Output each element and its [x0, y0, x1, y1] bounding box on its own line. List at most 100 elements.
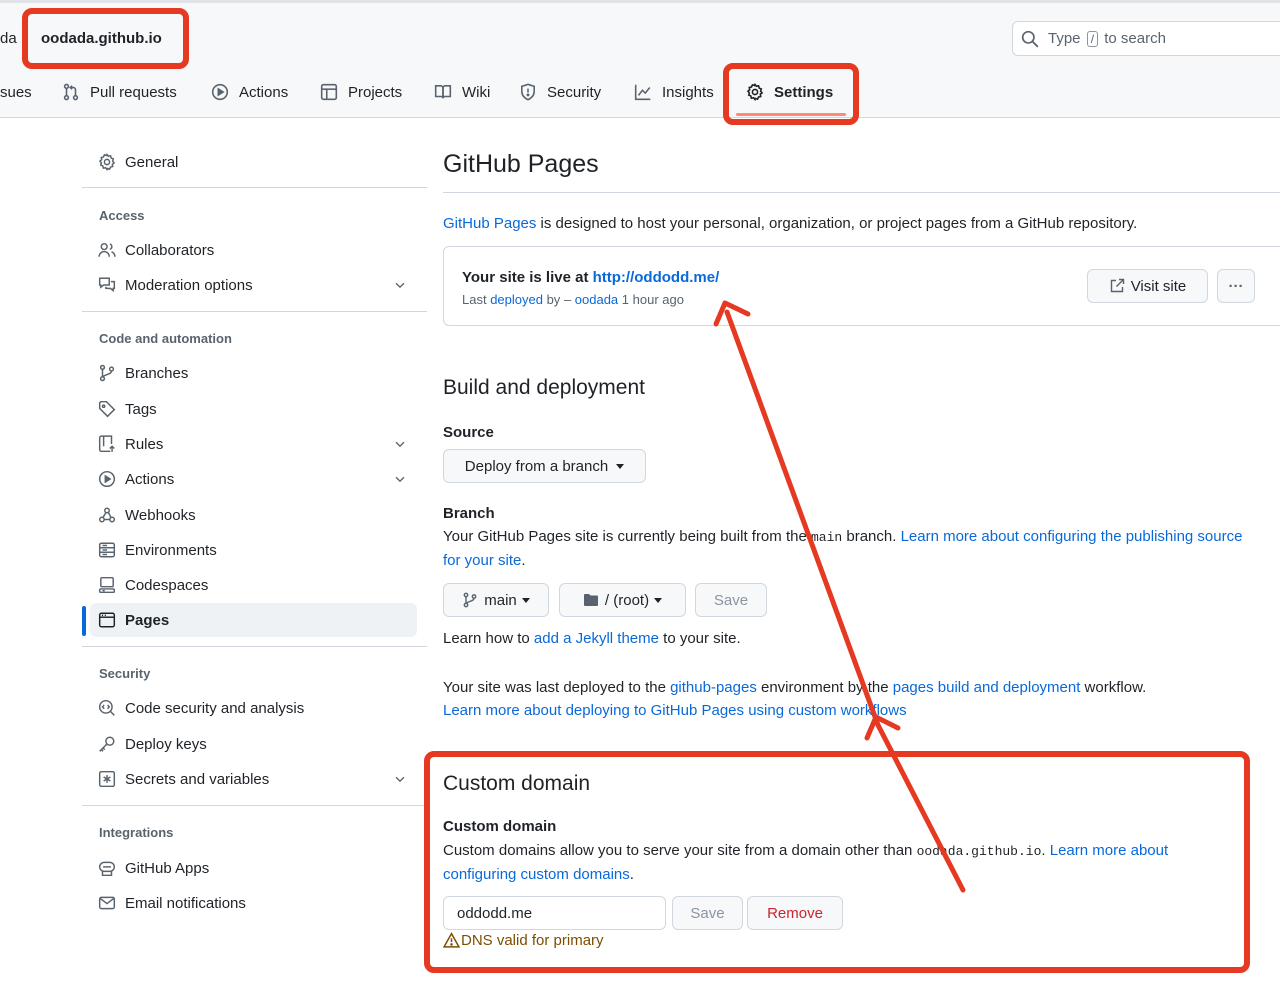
play-icon [98, 470, 116, 488]
sidebar-heading-security: Security [99, 666, 151, 681]
people-icon [98, 242, 116, 257]
custom-domain-input[interactable]: oddodd.me [443, 896, 666, 930]
graph-icon [634, 84, 651, 101]
tab-actions[interactable]: Actions [211, 78, 288, 106]
branch-code: main [810, 530, 843, 545]
repo-name-link[interactable]: oodada.github.io [41, 30, 162, 47]
custom-domain-save-button[interactable]: Save [672, 896, 743, 930]
pages-intro: GitHub Pages is designed to host your pe… [443, 215, 1138, 232]
visit-site-button[interactable]: Visit site [1087, 269, 1208, 303]
codescan-icon [98, 699, 115, 716]
comment-discussion-icon [98, 277, 116, 293]
more-options-button[interactable]: ··· [1217, 269, 1255, 303]
caret-down-icon [521, 597, 530, 603]
book-icon [434, 85, 452, 99]
sidebar-item-pages[interactable]: Pages [90, 603, 417, 637]
repo-header: da oodada.github.io Type / to search sue… [0, 0, 1280, 118]
sidebar-item-webhooks[interactable]: Webhooks [90, 498, 417, 532]
search-icon [1021, 30, 1039, 48]
source-select[interactable]: Deploy from a branch [443, 449, 646, 483]
sidebar-item-moderation[interactable]: Moderation options [90, 268, 417, 302]
sidebar-item-rules[interactable]: Rules [90, 427, 417, 461]
gear-icon [746, 83, 764, 101]
jekyll-hint: Learn how to add a Jekyll theme to your … [443, 630, 741, 647]
chevron-down-icon [395, 282, 405, 289]
kebab-horizontal-icon: ··· [1228, 277, 1244, 295]
sidebar-heading-access: Access [99, 208, 145, 223]
shield-icon [521, 83, 535, 101]
sidebar-item-environments[interactable]: Environments [90, 533, 417, 567]
sidebar-item-code-security[interactable]: Code security and analysis [90, 691, 417, 725]
active-tab-indicator [736, 113, 846, 116]
github-pages-link[interactable]: GitHub Pages [443, 215, 536, 232]
search-placeholder: Type / to search [1048, 30, 1166, 47]
link-external-icon [1110, 278, 1124, 293]
custom-domain-remove-button[interactable]: Remove [747, 896, 843, 930]
sidebar-item-general[interactable]: General [90, 145, 417, 179]
custom-workflows-link[interactable]: Learn more about deploying to GitHub Pag… [443, 702, 907, 719]
sidebar-item-github-apps[interactable]: GitHub Apps [90, 851, 417, 885]
gear-icon [98, 153, 116, 171]
sidebar-item-deploy-keys[interactable]: Deploy keys [90, 727, 417, 761]
sidebar-item-collaborators[interactable]: Collaborators [90, 233, 417, 267]
deploy-meta: Last deployed by – oodada 1 hour ago [462, 292, 684, 307]
sidebar-item-secrets[interactable]: Secrets and variables [90, 762, 417, 796]
sidebar-divider [82, 805, 427, 806]
custom-domain-title: Custom domain [443, 772, 591, 795]
default-domain-code: oodada.github.io [916, 844, 1042, 859]
site-url-link[interactable]: http://oddodd.me/ [593, 269, 720, 286]
annotation-arrow-shaft-upper [724, 309, 881, 728]
source-label: Source [443, 424, 494, 441]
top-divider [0, 0, 1280, 3]
sidebar-active-marker [82, 606, 86, 636]
browser-icon [98, 612, 116, 628]
site-live-banner: Your site is live at http://oddodd.me/ L… [443, 246, 1280, 326]
sidebar-item-codespaces[interactable]: Codespaces [90, 568, 417, 602]
sidebar-divider [82, 311, 427, 312]
tab-projects[interactable]: Projects [320, 78, 402, 106]
table-icon [320, 83, 338, 101]
github-pages-environment-link[interactable]: github-pages [670, 679, 757, 696]
dns-status: DNS valid for primary [443, 932, 604, 949]
caret-down-icon [654, 597, 663, 603]
repo-owner-fragment[interactable]: da [0, 30, 17, 47]
file-directory-icon [583, 594, 598, 606]
sidebar-item-branches[interactable]: Branches [90, 356, 417, 390]
chevron-down-icon [395, 776, 405, 783]
pages-workflow-link[interactable]: pages build and deployment [893, 679, 1081, 696]
chevron-down-icon [395, 441, 405, 448]
sidebar-divider [82, 187, 427, 188]
custom-domain-label: Custom domain [443, 818, 557, 835]
branch-save-button[interactable]: Save [695, 583, 767, 617]
search-input[interactable]: Type / to search [1012, 21, 1280, 56]
title-divider [443, 192, 1280, 193]
folder-select[interactable]: / (root) [559, 583, 686, 617]
tab-insights[interactable]: Insights [634, 78, 714, 106]
codespaces-icon [98, 576, 116, 594]
sidebar-item-tags[interactable]: Tags [90, 392, 417, 426]
tab-security[interactable]: Security [519, 78, 601, 106]
mail-icon [98, 896, 116, 910]
tab-issues[interactable]: sues [0, 78, 32, 106]
server-icon [98, 542, 116, 558]
search-shortcut-key: / [1086, 31, 1099, 47]
branch-select[interactable]: main [443, 583, 549, 617]
sidebar-item-email-notifications[interactable]: Email notifications [90, 886, 417, 920]
deployed-link[interactable]: deployed [490, 292, 543, 307]
tab-wiki[interactable]: Wiki [434, 78, 490, 106]
asterisk-box-icon [98, 770, 116, 788]
sidebar-item-actions[interactable]: Actions [90, 462, 417, 496]
tab-pull-requests[interactable]: Pull requests [62, 78, 177, 106]
repo-push-icon [98, 435, 115, 453]
git-branch-icon [463, 592, 477, 608]
sidebar-divider [82, 646, 427, 647]
play-icon [211, 83, 229, 101]
tab-settings[interactable]: Settings [746, 78, 833, 106]
jekyll-theme-link[interactable]: add a Jekyll theme [534, 630, 659, 647]
custom-domain-description: Custom domains allow you to serve your s… [443, 842, 1169, 883]
deployment-info: Your site was last deployed to the githu… [443, 679, 1147, 719]
deployer-user-link[interactable]: oodada [575, 292, 618, 307]
pull-request-icon [63, 83, 79, 101]
caret-down-icon [616, 463, 625, 469]
sidebar-heading-integrations: Integrations [99, 825, 174, 840]
